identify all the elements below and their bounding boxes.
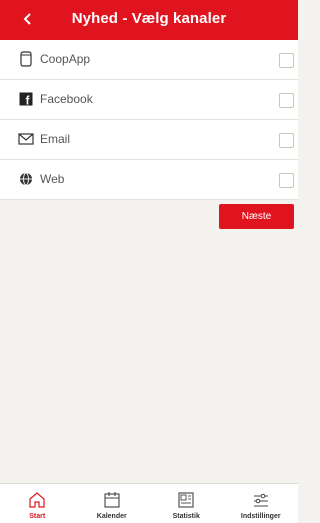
home-icon <box>27 490 47 510</box>
bottom-tab-bar: Start Kalender Statistik Indstillinger <box>0 483 298 523</box>
sliders-icon <box>251 490 271 510</box>
channel-label: Web <box>40 172 65 186</box>
channel-checkbox-web[interactable] <box>279 173 294 188</box>
channel-row-web[interactable]: Web <box>0 160 298 200</box>
channel-checkbox-email[interactable] <box>279 133 294 148</box>
channel-label: Email <box>40 132 71 146</box>
tab-statistik[interactable]: Statistik <box>149 484 224 523</box>
statistics-icon <box>176 490 196 510</box>
tab-kalender[interactable]: Kalender <box>75 484 150 523</box>
channel-row-coopapp[interactable]: CoopApp <box>0 40 298 80</box>
channel-label: Facebook <box>40 92 93 106</box>
header-bar: Nyhed - Vælg kanaler <box>0 0 298 40</box>
tab-label: Indstillinger <box>240 513 281 520</box>
facebook-icon: f <box>17 90 35 108</box>
channel-row-facebook[interactable]: f Facebook <box>0 80 298 120</box>
tab-label: Kalender <box>96 513 127 520</box>
tab-label: Statistik <box>172 513 200 520</box>
channel-label: CoopApp <box>40 52 91 66</box>
channel-row-email[interactable]: Email <box>0 120 298 160</box>
next-button[interactable]: Næste <box>219 204 294 229</box>
tab-start[interactable]: Start <box>0 484 75 523</box>
globe-icon <box>17 170 35 188</box>
channel-checkbox-coopapp[interactable] <box>279 53 294 68</box>
channel-list: CoopApp f Facebook Email Web <box>0 40 298 200</box>
channel-checkbox-facebook[interactable] <box>279 93 294 108</box>
tab-indstillinger[interactable]: Indstillinger <box>224 484 299 523</box>
tab-label: Start <box>29 513 46 520</box>
envelope-icon <box>17 130 35 148</box>
phone-icon <box>17 50 35 68</box>
page-title: Nyhed - Vælg kanaler <box>71 10 227 27</box>
calendar-icon <box>102 490 122 510</box>
